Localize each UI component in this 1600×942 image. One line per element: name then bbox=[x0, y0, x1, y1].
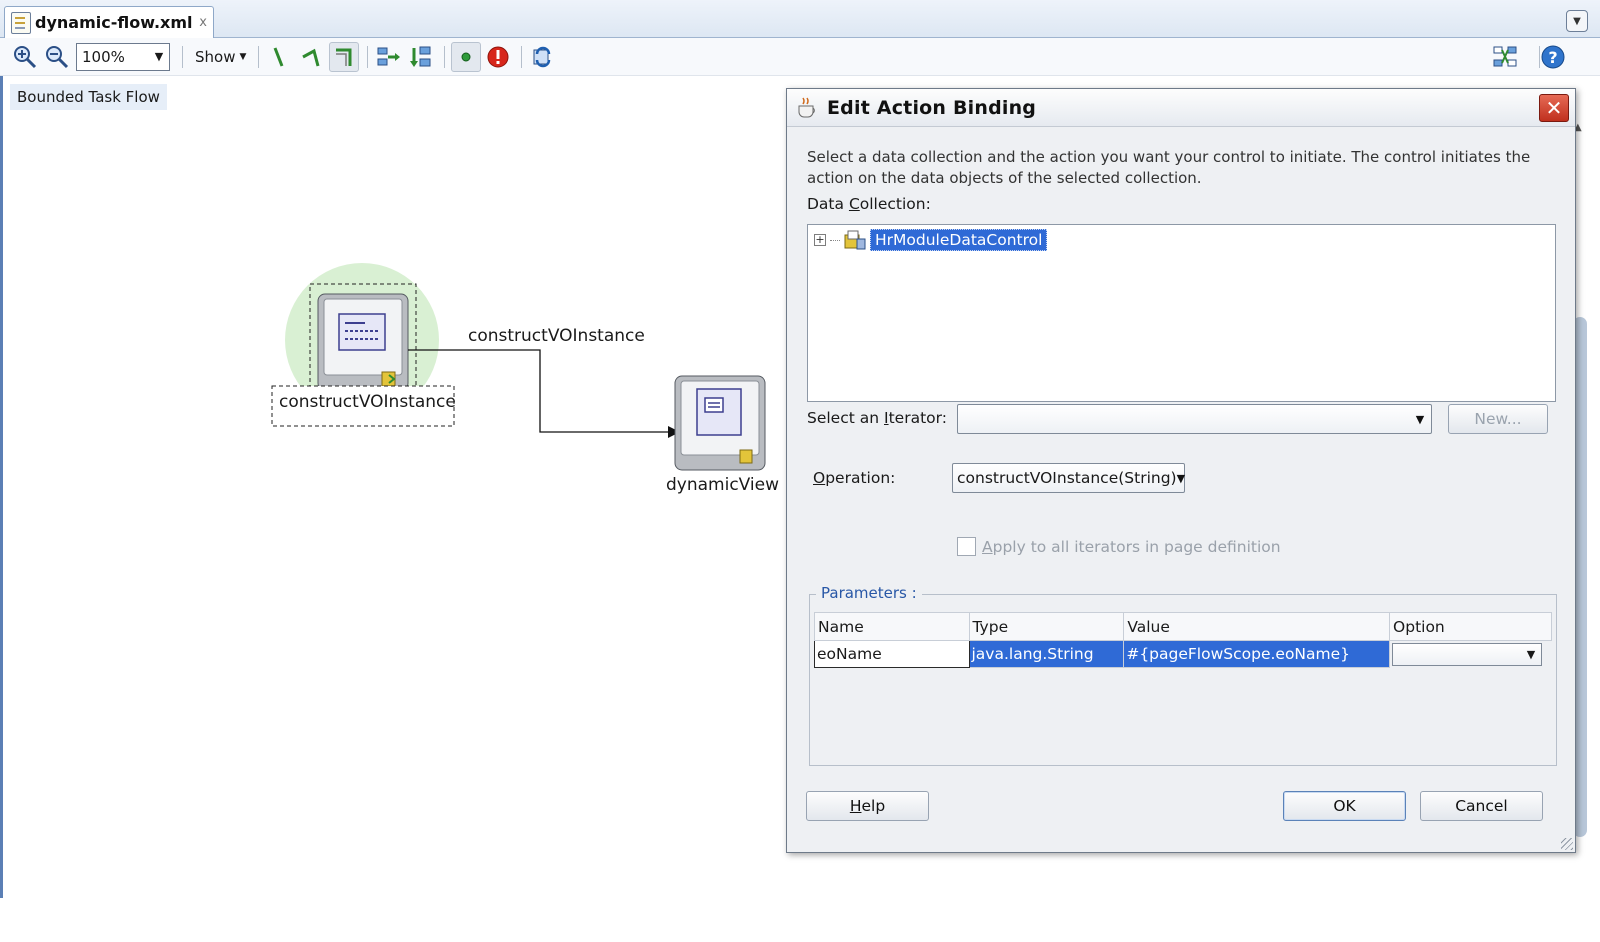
iterator-select[interactable]: ▼ bbox=[957, 404, 1432, 434]
tree-node-label[interactable]: HrModuleDataControl bbox=[870, 229, 1048, 251]
tree-expand-icon[interactable]: + bbox=[814, 234, 826, 246]
table-row[interactable]: eoName java.lang.String #{pageFlowScope.… bbox=[814, 640, 1552, 668]
zoom-level-combo[interactable]: 100% ▼ bbox=[76, 42, 170, 71]
refresh-icon[interactable] bbox=[528, 42, 558, 72]
apply-all-iterators-label: Apply to all iterators in page definitio… bbox=[982, 537, 1281, 556]
chevron-down-icon: ▼ bbox=[239, 51, 247, 62]
error-icon[interactable] bbox=[483, 42, 513, 72]
dialog-description: Select a data collection and the action … bbox=[807, 148, 1531, 187]
iterator-label: Select an Iterator: bbox=[807, 409, 947, 427]
param-option-cell[interactable]: ▼ bbox=[1390, 641, 1552, 668]
new-iterator-button[interactable]: New... bbox=[1448, 404, 1548, 434]
toolbar-separator bbox=[367, 45, 369, 68]
operation-select-value: constructVOInstance(String) bbox=[957, 469, 1177, 487]
view-node-caption[interactable]: dynamicView bbox=[666, 475, 779, 495]
apply-all-iterators-option[interactable]: Apply to all iterators in page definitio… bbox=[957, 537, 1281, 556]
show-menu-label: Show bbox=[195, 47, 236, 66]
chevron-down-icon: ▼ bbox=[1176, 471, 1186, 485]
operation-select[interactable]: constructVOInstance(String) ▼ bbox=[952, 463, 1185, 493]
chevron-down-icon: ▼ bbox=[1526, 647, 1536, 661]
data-collection-tree[interactable]: + HrModuleDataControl bbox=[807, 224, 1556, 402]
tree-connector bbox=[830, 239, 840, 241]
column-header-name[interactable]: Name bbox=[814, 612, 970, 641]
activity-icon[interactable] bbox=[451, 41, 482, 72]
edit-action-binding-dialog: Edit Action Binding ✕ Select a data coll… bbox=[786, 88, 1576, 853]
dialog-titlebar[interactable]: Edit Action Binding ✕ bbox=[787, 89, 1575, 127]
overview-icon[interactable] bbox=[1490, 42, 1520, 72]
dialog-title: Edit Action Binding bbox=[827, 96, 1037, 119]
orthogonal-line-icon[interactable] bbox=[329, 41, 360, 72]
resize-grip-icon[interactable] bbox=[1561, 838, 1573, 850]
chevron-down-icon: ▼ bbox=[1415, 412, 1425, 426]
operation-label: Operation: bbox=[813, 469, 896, 487]
help-icon[interactable]: ? bbox=[1538, 42, 1568, 72]
jdeveloper-cup-icon bbox=[798, 97, 815, 117]
apply-all-iterators-checkbox[interactable] bbox=[957, 537, 976, 556]
tab-close-icon[interactable]: x bbox=[199, 15, 207, 30]
xml-file-icon bbox=[11, 11, 31, 34]
diagram-toolbar: 100% ▼ Show ▼ ? bbox=[0, 38, 1600, 76]
editor-tab-dynamic-flow[interactable]: dynamic-flow.xml x bbox=[4, 6, 214, 38]
column-header-option[interactable]: Option bbox=[1389, 612, 1552, 641]
edge-caption[interactable]: constructVOInstance bbox=[468, 326, 645, 346]
method-node-caption[interactable]: constructVOInstance bbox=[279, 392, 456, 412]
close-icon[interactable]: ✕ bbox=[1539, 94, 1569, 122]
column-header-value[interactable]: Value bbox=[1123, 612, 1391, 641]
method-call-node[interactable] bbox=[317, 293, 409, 391]
show-menu-button[interactable]: Show ▼ bbox=[189, 48, 252, 66]
zoom-out-icon[interactable] bbox=[42, 42, 72, 72]
zoom-level-value: 100% bbox=[82, 47, 125, 66]
parameters-group: Parameters : Name Type Value Option eoNa… bbox=[809, 584, 1557, 766]
editor-tab-bar: dynamic-flow.xml x ▼ bbox=[0, 0, 1600, 38]
svg-text:?: ? bbox=[1548, 48, 1557, 67]
tab-list-dropdown-icon[interactable]: ▼ bbox=[1566, 10, 1588, 32]
toolbar-separator bbox=[521, 45, 523, 68]
column-header-type[interactable]: Type bbox=[968, 612, 1125, 641]
zoom-in-icon[interactable] bbox=[10, 42, 40, 72]
param-option-select[interactable]: ▼ bbox=[1392, 642, 1543, 666]
toolbar-separator bbox=[444, 45, 446, 68]
editor-tab-label: dynamic-flow.xml bbox=[35, 13, 193, 32]
curved-line-icon[interactable] bbox=[297, 42, 327, 72]
parameters-legend: Parameters : bbox=[816, 584, 922, 602]
tree-node-hrmoduledatacontrol[interactable]: + HrModuleDataControl bbox=[814, 229, 1048, 251]
parameters-table[interactable]: Name Type Value Option eoName java.lang.… bbox=[814, 612, 1552, 668]
param-name-cell[interactable]: eoName bbox=[814, 640, 970, 668]
param-type-cell[interactable]: java.lang.String bbox=[968, 640, 1125, 668]
vertical-layout-icon[interactable] bbox=[406, 42, 436, 72]
chevron-down-icon: ▼ bbox=[154, 50, 164, 63]
ok-button[interactable]: OK bbox=[1283, 791, 1406, 821]
cancel-button[interactable]: Cancel bbox=[1420, 791, 1543, 821]
help-button[interactable]: Help bbox=[806, 791, 929, 821]
toolbar-separator bbox=[258, 45, 260, 68]
straight-line-icon[interactable] bbox=[265, 42, 295, 72]
horizontal-layout-icon[interactable] bbox=[374, 42, 404, 72]
view-node[interactable] bbox=[674, 375, 766, 471]
param-value-cell[interactable]: #{pageFlowScope.eoName} bbox=[1123, 640, 1391, 668]
data-collection-label: Data Collection: bbox=[807, 195, 931, 213]
toolbar-separator bbox=[182, 45, 183, 68]
data-control-icon bbox=[844, 230, 866, 250]
